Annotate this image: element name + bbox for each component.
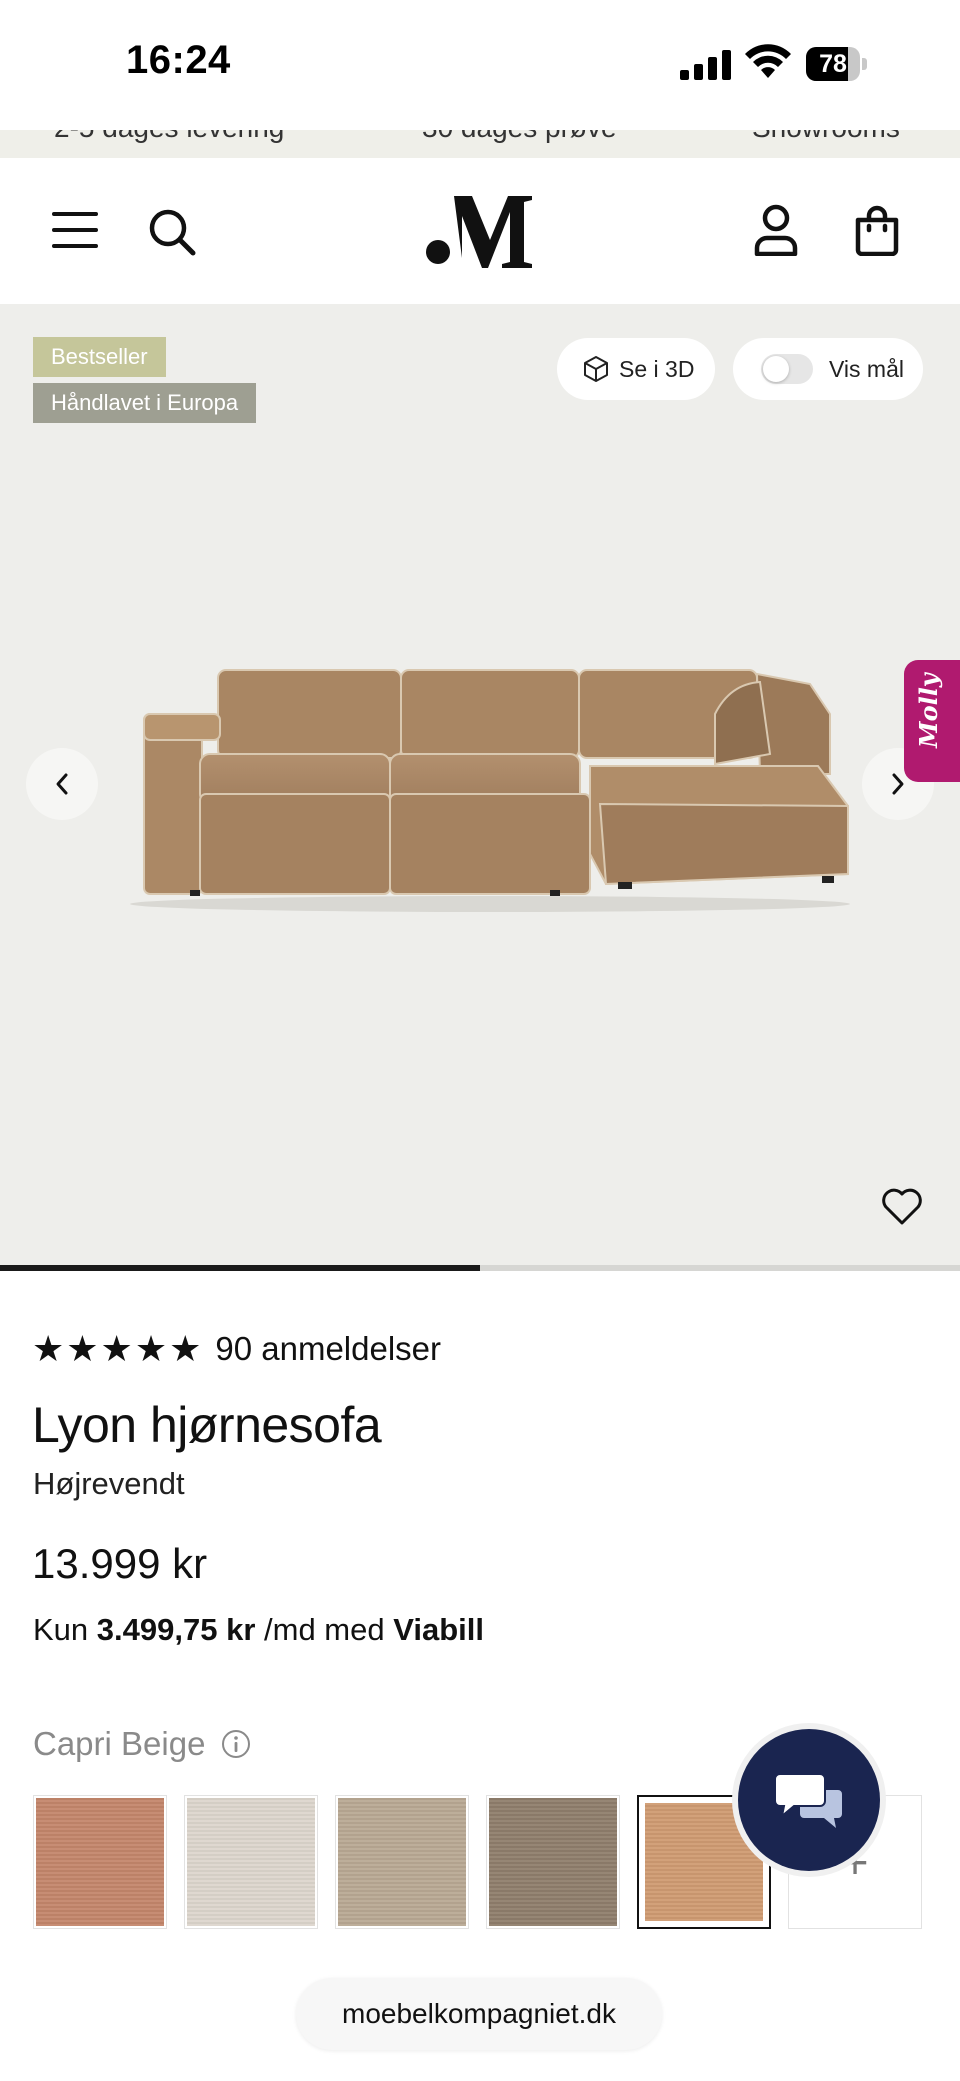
battery-icon: 78 [806,47,867,81]
swatch-terracotta[interactable] [33,1795,167,1929]
site-header [0,158,960,304]
financing-prefix: Kun [33,1612,89,1647]
rating[interactable]: ★★★★★ 90 anmeldelser [32,1330,441,1368]
wifi-icon [745,44,791,78]
usp-delivery: 2-5 dages levering [54,130,284,144]
battery-level: 78 [819,50,847,78]
chevron-left-icon [56,773,68,795]
molly-label: Molly [914,673,943,748]
chat-bubbles-icon [774,1773,842,1828]
product-variant: Højrevendt [33,1466,185,1501]
usp-strip: 2-5 dages levering 30 dages prøve Showro… [0,130,960,158]
usp-showrooms[interactable]: Showrooms [752,130,900,144]
status-bar: 16:24 78 [0,0,960,130]
product-image-sofa [130,669,850,912]
financing-middle: /md med [264,1612,385,1647]
product-price: 13.999 kr [32,1540,208,1587]
swatch-fabric [338,1798,466,1926]
site-logo[interactable] [424,196,536,268]
show-measurements-label: Vis mål [829,355,904,382]
chat-button[interactable] [738,1729,880,1871]
bag-icon[interactable] [854,204,900,256]
gallery-progress [0,1265,960,1271]
swatch-cream[interactable] [184,1795,318,1929]
star-rating: ★★★★★ [32,1328,204,1369]
account-icon[interactable] [754,204,798,256]
toggle-switch[interactable] [761,354,813,384]
badge-handmade: Håndlavet i Europa [33,383,257,423]
swatch-fabric [36,1798,164,1926]
swatch-fabric [187,1798,315,1926]
cellular-signal-icon [680,50,731,80]
product-gallery[interactable]: Bestseller Håndlavet i Europa Se i 3D Vi… [0,304,960,1270]
review-count[interactable]: 90 anmeldelser [215,1330,441,1368]
swatch-greige[interactable] [335,1795,469,1929]
gallery-prev-button[interactable] [26,748,98,820]
financing-info: Kun 3.499,75 kr /md med Viabill [33,1612,484,1648]
chevron-right-icon [892,773,904,795]
status-time: 16:24 [126,38,231,82]
view-3d-label: Se i 3D [619,355,695,382]
menu-icon[interactable] [52,210,98,250]
browser-url-bar[interactable]: moebelkompagniet.dk [296,1978,662,2050]
view-3d-button[interactable]: Se i 3D [557,338,715,400]
show-measurements-toggle[interactable]: Vis mål [733,338,923,400]
swatch-taupe[interactable] [486,1795,620,1929]
info-icon[interactable] [221,1729,251,1759]
color-selector-label: Capri Beige [33,1725,251,1763]
molly-chat-tab[interactable]: Molly [904,660,960,782]
badge-bestseller: Bestseller [33,337,166,377]
product-title: Lyon hjørnesofa [32,1397,382,1453]
cube-icon [584,356,608,382]
gallery-progress-fill [0,1265,480,1271]
swatch-fabric [489,1798,617,1926]
search-icon[interactable] [148,208,196,256]
financing-amount: 3.499,75 kr [96,1612,256,1647]
wishlist-heart-icon[interactable] [880,1186,924,1226]
color-name: Capri Beige [33,1725,206,1762]
usp-trial: 30 dages prøve [422,130,617,144]
financing-provider: Viabill [393,1612,484,1647]
